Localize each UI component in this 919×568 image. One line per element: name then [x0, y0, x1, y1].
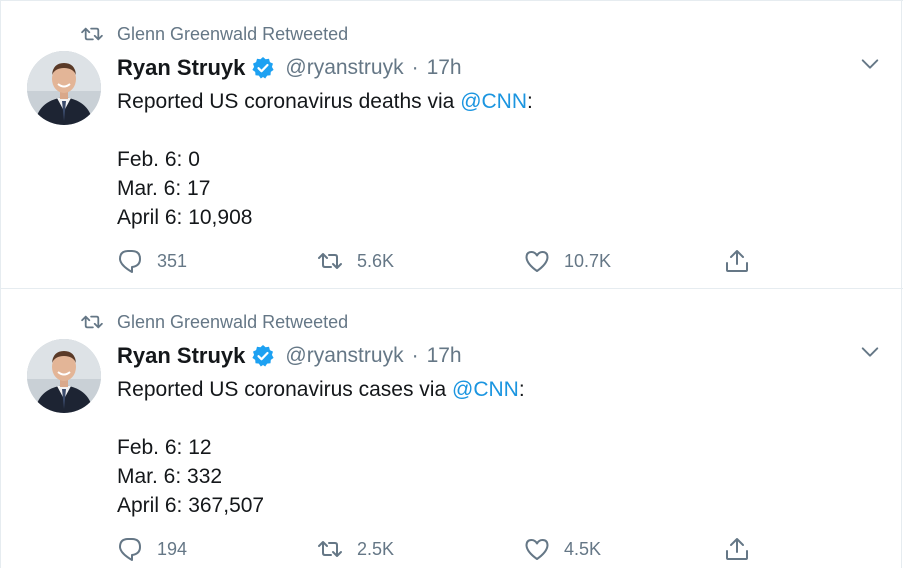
- tweet-text-line: Mar. 6: 17: [117, 177, 211, 200]
- tweet-text: Reported US coronavirus cases via @CNN: …: [117, 375, 857, 520]
- tweet-text-colon: :: [518, 378, 525, 401]
- author-name[interactable]: Ryan Struyk: [117, 55, 245, 81]
- tweet[interactable]: Glenn Greenwald Retweeted Ryan Struyk @r…: [1, 0, 903, 289]
- avatar-image: [27, 51, 101, 125]
- avatar-image: [27, 339, 101, 413]
- share-icon: [726, 538, 748, 560]
- timeline-feed: Glenn Greenwald Retweeted Ryan Struyk @r…: [0, 0, 903, 568]
- reply-button[interactable]: 194: [117, 534, 187, 564]
- avatar[interactable]: [27, 339, 101, 413]
- chevron-down-icon[interactable]: [859, 53, 881, 75]
- verified-badge-icon: [252, 57, 274, 79]
- share-icon: [726, 250, 748, 272]
- share-button[interactable]: [724, 534, 764, 564]
- chevron-down-icon[interactable]: [859, 341, 881, 363]
- author-handle[interactable]: @ryanstruyk: [285, 56, 403, 80]
- heart-icon: [525, 251, 549, 272]
- like-count: 10.7K: [564, 250, 612, 271]
- tweet-actions: 194 2.5K 4.5K: [117, 534, 777, 564]
- retweet-button[interactable]: 5.6K: [317, 246, 394, 276]
- tweet-timestamp[interactable]: 17h: [427, 56, 462, 80]
- avatar[interactable]: [27, 51, 101, 125]
- reply-count: 351: [157, 250, 188, 271]
- retweet-context[interactable]: Glenn Greenwald Retweeted: [81, 311, 348, 333]
- retweet-button[interactable]: 2.5K: [317, 534, 394, 564]
- retweet-count: 2.5K: [357, 538, 395, 559]
- retweet-context-label: Glenn Greenwald Retweeted: [117, 311, 349, 332]
- tweet-text-colon: :: [527, 90, 533, 113]
- tweet-text-line: Feb. 6: 12: [117, 436, 212, 459]
- tweet-timestamp[interactable]: 17h: [427, 344, 462, 368]
- tweet-text: Reported US coronavirus deaths via @CNN:…: [117, 87, 857, 232]
- separator-dot: ·: [411, 344, 419, 367]
- tweet-header: Ryan Struyk @ryanstruyk · 17h: [117, 53, 462, 83]
- heart-icon: [525, 539, 549, 560]
- like-button[interactable]: 4.5K: [524, 534, 601, 564]
- tweet-text-intro: Reported US coronavirus deaths via: [117, 90, 461, 113]
- retweet-icon: [318, 541, 342, 557]
- reply-button[interactable]: 351: [117, 246, 187, 276]
- reply-count: 194: [157, 538, 188, 559]
- retweet-icon: [81, 27, 103, 41]
- tweet-text-line: Feb. 6: 0: [117, 148, 200, 171]
- tweet[interactable]: Glenn Greenwald Retweeted Ryan Struyk @r…: [1, 289, 903, 568]
- mention-link[interactable]: @CNN: [452, 378, 519, 401]
- retweet-context-label: Glenn Greenwald Retweeted: [117, 23, 349, 44]
- tweet-header: Ryan Struyk @ryanstruyk · 17h: [117, 341, 462, 371]
- tweet-text-intro: Reported US coronavirus cases via: [117, 378, 452, 401]
- share-button[interactable]: [724, 246, 764, 276]
- reply-icon: [119, 250, 141, 273]
- tweet-text-line: April 6: 367,507: [117, 494, 265, 517]
- like-button[interactable]: 10.7K: [524, 246, 611, 276]
- author-name[interactable]: Ryan Struyk: [117, 343, 245, 369]
- retweet-context[interactable]: Glenn Greenwald Retweeted: [81, 23, 348, 45]
- author-handle[interactable]: @ryanstruyk: [285, 344, 403, 368]
- tweet-text-line: Reported US coronavirus deaths via @CNN:: [117, 87, 857, 116]
- retweet-icon: [318, 253, 342, 269]
- tweet-text-line: Mar. 6: 332: [117, 465, 223, 488]
- reply-icon: [119, 538, 141, 561]
- separator-dot: ·: [411, 56, 419, 79]
- verified-badge-icon: [252, 345, 274, 367]
- retweet-count: 5.6K: [357, 250, 395, 271]
- tweet-text-line: April 6: 10,908: [117, 206, 253, 229]
- tweet-actions: 351 5.6K 10.7K: [117, 246, 777, 276]
- mention-link[interactable]: @CNN: [460, 90, 527, 113]
- tweet-text-line: Reported US coronavirus cases via @CNN:: [117, 375, 857, 404]
- retweet-icon: [81, 315, 103, 329]
- like-count: 4.5K: [564, 538, 602, 559]
